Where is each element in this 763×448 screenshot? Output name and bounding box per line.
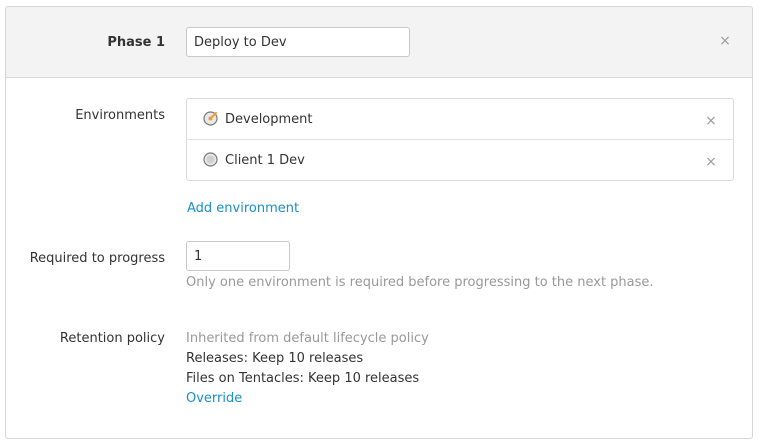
environment-icon xyxy=(203,152,218,167)
environments-label: Environments xyxy=(75,108,165,123)
environment-name: Client 1 Dev xyxy=(225,153,305,168)
remove-environment-close-icon[interactable]: × xyxy=(704,155,718,169)
phase-name-input[interactable] xyxy=(186,27,410,57)
retention-policy-label: Retention policy xyxy=(59,331,165,346)
override-retention-link[interactable]: Override xyxy=(186,391,242,406)
required-help-text: Only one environment is required before … xyxy=(186,275,654,290)
required-to-progress-input[interactable] xyxy=(186,241,290,271)
phase-card: Phase 1 × Environments Development × Cli… xyxy=(5,6,753,439)
retention-files-text: Files on Tentacles: Keep 10 releases xyxy=(186,371,420,386)
remove-phase-close-icon[interactable]: × xyxy=(718,34,732,48)
environment-list-item: Client 1 Dev × xyxy=(187,140,733,181)
retention-inherited-text: Inherited from default lifecycle policy xyxy=(186,331,429,346)
phase-label: Phase 1 xyxy=(107,35,165,50)
environment-list-item: Development × xyxy=(187,99,733,140)
required-to-progress-label: Required to progress xyxy=(29,251,165,266)
phase-header: Phase 1 × xyxy=(6,7,752,78)
remove-environment-close-icon[interactable]: × xyxy=(704,114,718,128)
add-environment-link[interactable]: Add environment xyxy=(187,201,299,216)
environment-active-icon xyxy=(203,111,218,126)
retention-releases-text: Releases: Keep 10 releases xyxy=(186,351,364,366)
environment-name: Development xyxy=(225,112,313,127)
environment-list: Development × Client 1 Dev × xyxy=(186,98,734,181)
